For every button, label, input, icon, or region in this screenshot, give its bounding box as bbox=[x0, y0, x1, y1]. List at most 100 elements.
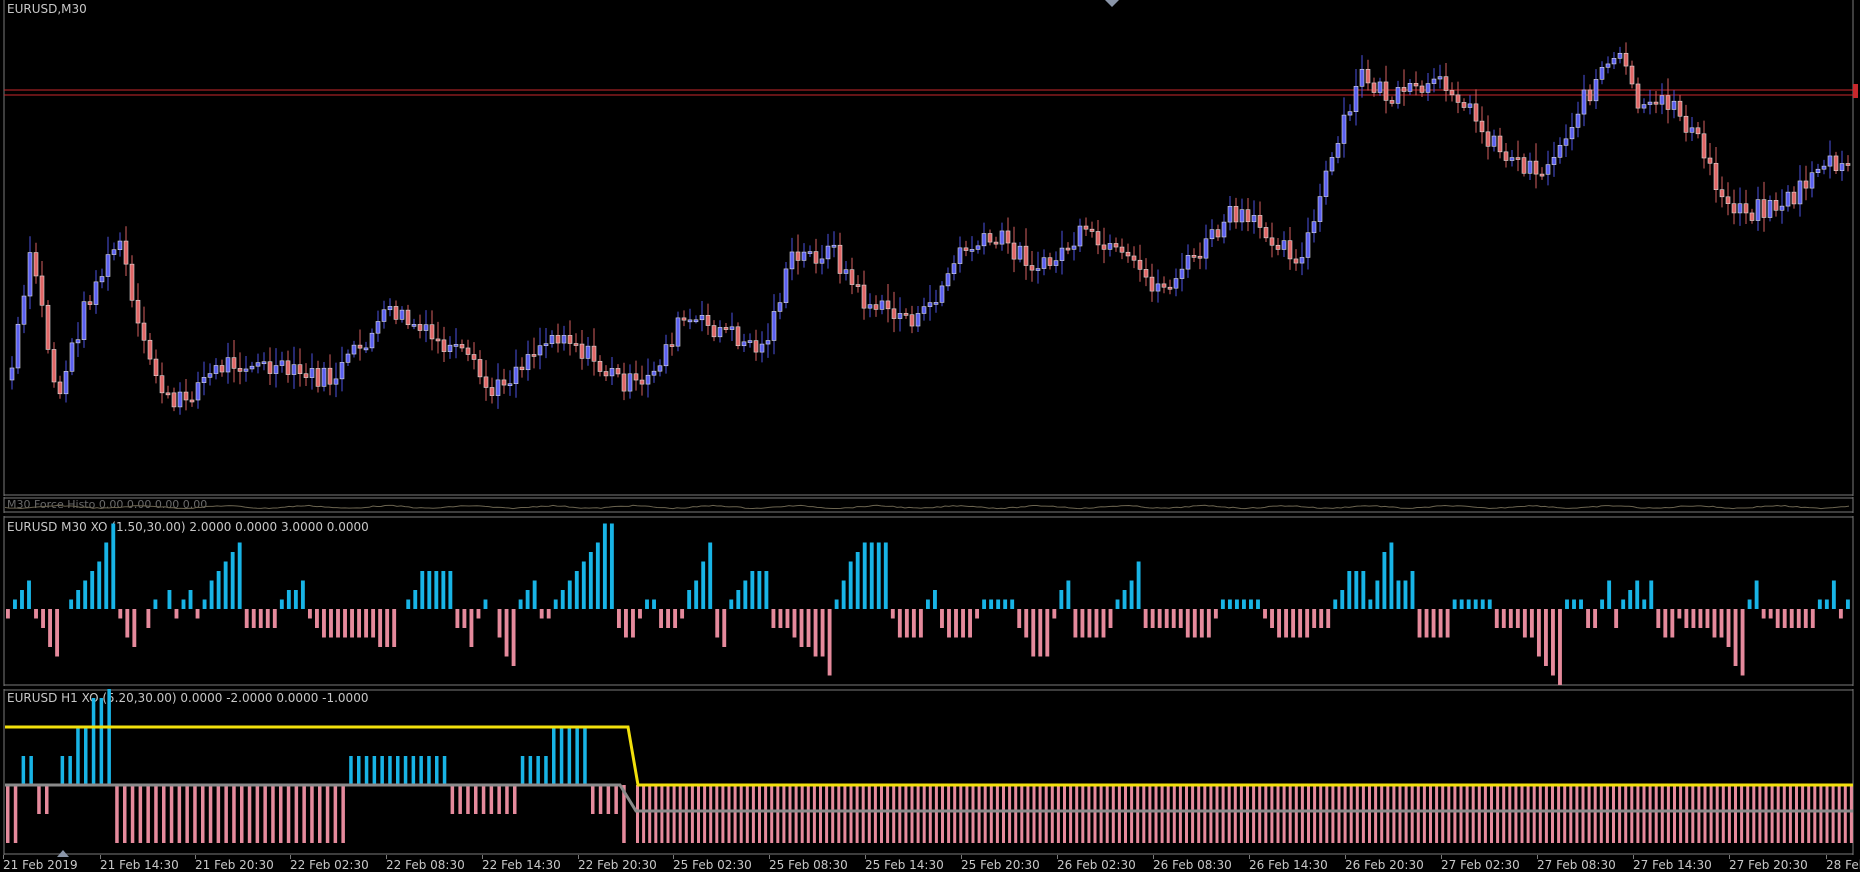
h1-bar bbox=[1801, 785, 1805, 843]
h1-bar bbox=[271, 785, 275, 843]
m30-bar bbox=[638, 609, 642, 619]
main-chart-pane[interactable]: EURUSD,M30 bbox=[0, 0, 1860, 496]
h1-bar bbox=[154, 785, 158, 843]
candle-body bbox=[75, 339, 81, 344]
candle-body bbox=[555, 335, 561, 344]
h1-bar bbox=[1075, 785, 1079, 843]
h1-bar bbox=[648, 785, 652, 843]
time-scroll-marker-icon[interactable] bbox=[57, 850, 69, 857]
m30-bar bbox=[918, 609, 923, 638]
h1-bar bbox=[1776, 785, 1780, 843]
h1-bar bbox=[208, 785, 213, 843]
time-tick-mark bbox=[1826, 855, 1827, 859]
candle-body bbox=[1185, 255, 1191, 270]
candle-body bbox=[1797, 180, 1803, 205]
h1-xo-pane[interactable]: EURUSD H1 XO (5.20,30.00) 0.0000 -2.0000… bbox=[0, 689, 1860, 855]
candle-body bbox=[291, 364, 297, 375]
m30-bar bbox=[307, 609, 312, 619]
candle-body bbox=[165, 392, 171, 396]
candle-body bbox=[561, 335, 567, 344]
h1-bar bbox=[758, 785, 761, 843]
m30-bar bbox=[1242, 599, 1246, 609]
m30-bar bbox=[174, 609, 179, 619]
candle-body bbox=[795, 251, 801, 261]
h1-bar bbox=[1178, 785, 1182, 843]
h1-bar bbox=[959, 785, 963, 843]
candle-body bbox=[441, 339, 447, 352]
m30-bar bbox=[1656, 609, 1661, 628]
m30-bar bbox=[13, 599, 17, 609]
m30-bar bbox=[518, 599, 523, 609]
m30-bar bbox=[1305, 609, 1310, 638]
candle-body bbox=[957, 247, 963, 264]
m30-bar bbox=[1038, 609, 1043, 657]
h1-bar bbox=[1215, 785, 1219, 843]
h1-bar bbox=[989, 785, 993, 843]
h1-bar bbox=[983, 785, 987, 843]
candle-body bbox=[1005, 230, 1011, 244]
h1-bar bbox=[1270, 785, 1274, 843]
m30-bar bbox=[1213, 609, 1218, 619]
m30-bar bbox=[673, 609, 678, 628]
h1-bar bbox=[1282, 785, 1286, 843]
m30-bar bbox=[1354, 571, 1359, 609]
candle-body bbox=[63, 371, 69, 395]
candle-body bbox=[1545, 164, 1551, 175]
h1-bar bbox=[1227, 785, 1231, 843]
candle-body bbox=[1653, 101, 1659, 105]
m30-bar bbox=[258, 609, 263, 628]
h1-bar bbox=[1544, 785, 1548, 843]
m30-bar bbox=[1319, 609, 1324, 628]
m30-bar bbox=[1066, 580, 1071, 609]
h1-bar bbox=[162, 785, 166, 843]
candle-body bbox=[363, 347, 369, 351]
m30-bar bbox=[609, 523, 614, 609]
candle-body bbox=[105, 254, 111, 277]
m30-xo-pane[interactable]: EURUSD M30 XO (1.50,30.00) 2.0000 0.0000… bbox=[0, 516, 1860, 686]
candle-body bbox=[381, 309, 387, 322]
candle-body bbox=[549, 335, 555, 344]
candle-body bbox=[867, 304, 873, 309]
h1-bar bbox=[325, 785, 330, 843]
m30-bar bbox=[427, 571, 432, 609]
h1-bar bbox=[947, 785, 951, 843]
h1-bar bbox=[1569, 785, 1573, 843]
price-candles[interactable] bbox=[0, 0, 1860, 496]
scroll-marker-icon[interactable] bbox=[1105, 0, 1119, 7]
h1-bar bbox=[1557, 785, 1561, 843]
h1-bar bbox=[1197, 785, 1201, 843]
h1-bar bbox=[575, 727, 579, 785]
m30-bar bbox=[1129, 580, 1134, 609]
candle-body bbox=[687, 319, 693, 323]
force-histo-pane[interactable]: M30 Force Histo 0.00 0.00 0.00 0.00 bbox=[0, 497, 1860, 513]
candle-body bbox=[261, 361, 267, 365]
m30-bar bbox=[315, 609, 319, 628]
candle-body bbox=[1611, 58, 1617, 65]
h1-bar bbox=[591, 785, 595, 814]
h1-bar bbox=[812, 785, 816, 843]
candle-body bbox=[741, 341, 747, 347]
h1-bar bbox=[733, 785, 737, 843]
m30-bar bbox=[1045, 609, 1050, 657]
m30-bar bbox=[1558, 609, 1562, 685]
m30-bar bbox=[1529, 609, 1534, 638]
candle-body bbox=[939, 285, 945, 303]
m30-bar bbox=[1361, 571, 1366, 609]
candle-body bbox=[1395, 87, 1401, 104]
m30-bar bbox=[1157, 609, 1162, 628]
m30-bar bbox=[1256, 599, 1260, 609]
m30-bar bbox=[55, 609, 60, 657]
time-tick-mark bbox=[100, 855, 101, 859]
m30-bar bbox=[862, 542, 867, 609]
candle-body bbox=[1593, 79, 1599, 102]
candle-body bbox=[1251, 215, 1257, 223]
m30-bar bbox=[343, 609, 347, 638]
candle-body bbox=[627, 373, 633, 392]
candle-body bbox=[945, 273, 951, 287]
candle-body bbox=[981, 233, 987, 247]
m30-bar bbox=[567, 580, 572, 609]
h1-bar bbox=[201, 785, 205, 843]
candle-body bbox=[309, 368, 315, 378]
m30-bar bbox=[757, 571, 762, 609]
candle-body bbox=[159, 375, 165, 394]
